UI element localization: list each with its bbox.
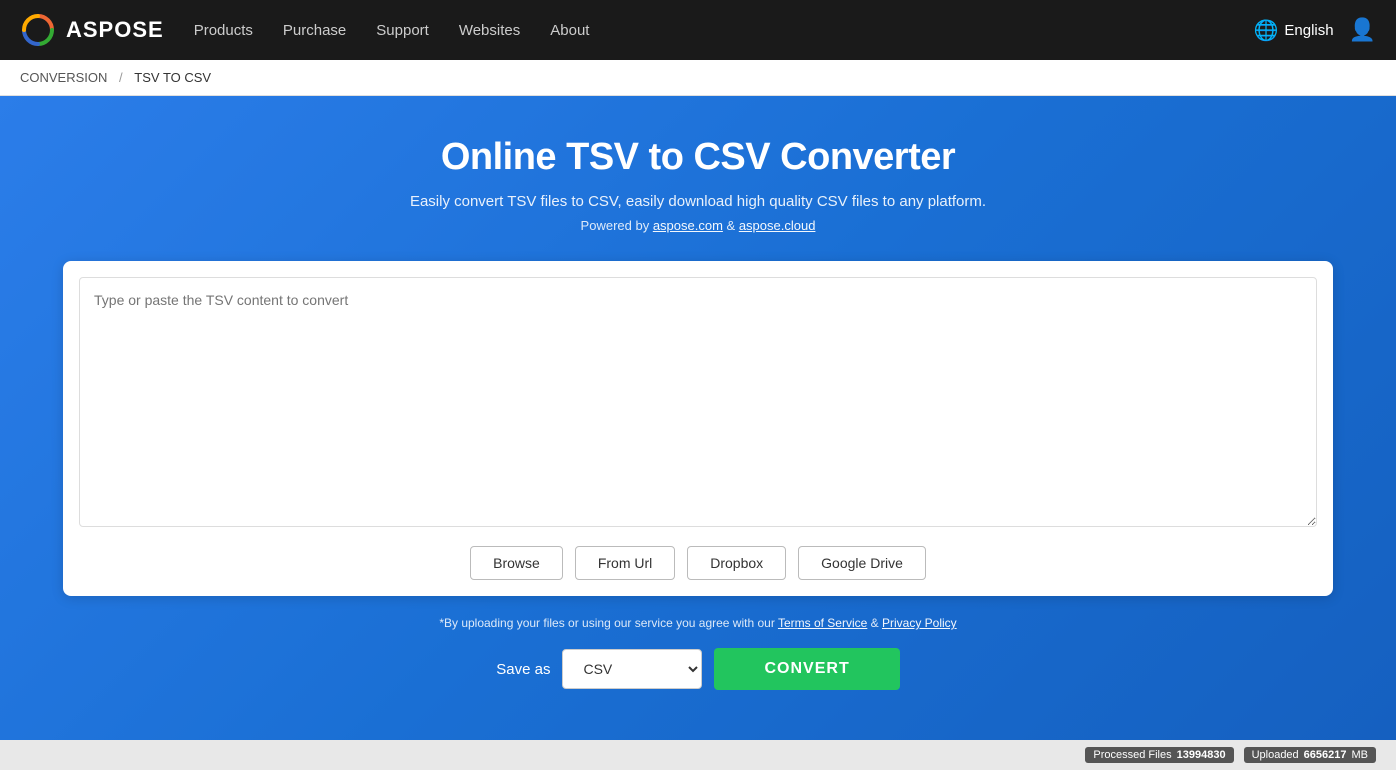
uploaded-label: Uploaded (1252, 749, 1299, 761)
powered-by-prefix: Powered by (581, 218, 653, 233)
save-as-row: Save as CSV TSV XLSX ODS XLS TXT CONVERT (20, 648, 1376, 690)
breadcrumb-current: TSV TO CSV (134, 70, 211, 85)
processed-files-label: Processed Files (1093, 749, 1171, 761)
navbar-right: 🌐 English 👤 (1253, 17, 1376, 43)
nav-purchase[interactable]: Purchase (283, 22, 346, 39)
save-as-label: Save as (496, 661, 550, 678)
google-drive-button[interactable]: Google Drive (798, 546, 926, 580)
navbar-left: ASPOSE Products Purchase Support Website… (20, 12, 589, 48)
aspose-logo-icon (20, 12, 56, 48)
hero-section: Online TSV to CSV Converter Easily conve… (0, 96, 1396, 740)
convert-button[interactable]: CONVERT (714, 648, 899, 690)
privacy-link[interactable]: Privacy Policy (882, 616, 957, 630)
nav-about[interactable]: About (550, 22, 589, 39)
format-select[interactable]: CSV TSV XLSX ODS XLS TXT (562, 649, 702, 689)
tsv-input[interactable] (79, 277, 1317, 527)
breadcrumb-separator: / (119, 70, 123, 85)
powered-by: Powered by aspose.com & aspose.cloud (20, 218, 1376, 233)
uploaded-badge: Uploaded 6656217 MB (1244, 747, 1376, 763)
browse-button[interactable]: Browse (470, 546, 563, 580)
from-url-button[interactable]: From Url (575, 546, 675, 580)
conversion-card: Browse From Url Dropbox Google Drive (63, 261, 1333, 596)
language-label: English (1284, 22, 1333, 39)
aspose-cloud-link[interactable]: aspose.cloud (739, 218, 816, 233)
nav-support[interactable]: Support (376, 22, 429, 39)
logo-text: ASPOSE (66, 17, 164, 43)
powered-by-amp: & (723, 218, 739, 233)
file-source-buttons: Browse From Url Dropbox Google Drive (79, 546, 1317, 580)
logo-area[interactable]: ASPOSE (20, 12, 164, 48)
tos-link[interactable]: Terms of Service (778, 616, 867, 630)
nav-links: Products Purchase Support Websites About (194, 22, 590, 39)
globe-icon: 🌐 (1253, 18, 1278, 43)
uploaded-value: 6656217 (1304, 749, 1347, 761)
aspose-com-link[interactable]: aspose.com (653, 218, 723, 233)
processed-files-value: 13994830 (1177, 749, 1226, 761)
page-title: Online TSV to CSV Converter (20, 136, 1376, 179)
terms-text: *By uploading your files or using our se… (20, 616, 1376, 630)
terms-amp: & (867, 616, 882, 630)
nav-products[interactable]: Products (194, 22, 253, 39)
dropbox-button[interactable]: Dropbox (687, 546, 786, 580)
terms-prefix: *By uploading your files or using our se… (439, 616, 778, 630)
processed-files-badge: Processed Files 13994830 (1085, 747, 1233, 763)
navbar: ASPOSE Products Purchase Support Website… (0, 0, 1396, 60)
breadcrumb-parent[interactable]: CONVERSION (20, 70, 107, 85)
uploaded-unit: MB (1352, 749, 1369, 761)
language-selector[interactable]: 🌐 English (1253, 18, 1333, 43)
breadcrumb: CONVERSION / TSV TO CSV (0, 60, 1396, 96)
user-icon[interactable]: 👤 (1349, 17, 1376, 43)
nav-websites[interactable]: Websites (459, 22, 520, 39)
footer-bar: Processed Files 13994830 Uploaded 665621… (0, 740, 1396, 770)
hero-subtitle: Easily convert TSV files to CSV, easily … (20, 193, 1376, 210)
